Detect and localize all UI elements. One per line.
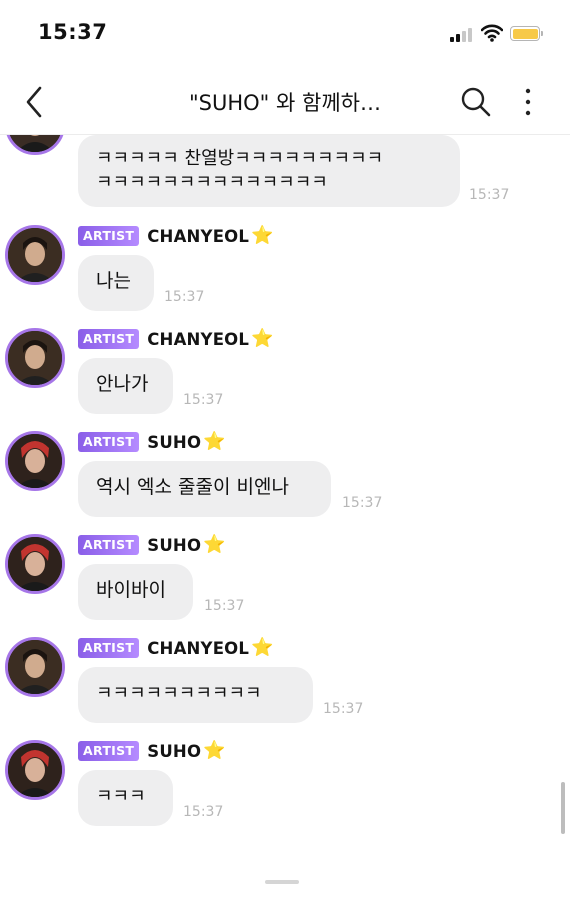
avatar[interactable]	[5, 328, 65, 388]
sender-name[interactable]: SUHO	[147, 536, 201, 555]
avatar[interactable]	[5, 534, 65, 594]
message-bubble[interactable]: 바이바이	[78, 564, 193, 620]
cellular-signal-icon	[450, 26, 476, 42]
message-time: 15:37	[164, 289, 205, 305]
artist-badge: ARTIST	[78, 226, 140, 246]
wifi-icon	[481, 24, 503, 42]
scrollbar[interactable]	[561, 782, 565, 834]
message-bubble[interactable]: ㅋㅋㅋㅋㅋㅋㅋㅋㅋㅋ	[78, 667, 313, 723]
sender-row: ARTIST SUHO ⭐	[78, 740, 226, 762]
star-icon: ⭐	[203, 740, 226, 761]
sender-row: ARTIST CHANYEOL ⭐	[78, 637, 274, 659]
star-icon: ⭐	[203, 534, 226, 555]
message-bubble[interactable]: 안나가	[78, 358, 173, 414]
artist-badge: ARTIST	[78, 741, 140, 761]
chevron-left-icon	[26, 86, 42, 118]
star-icon: ⭐	[251, 225, 274, 246]
search-icon	[461, 87, 491, 117]
sender-row: ARTIST SUHO ⭐	[78, 534, 226, 556]
artist-badge: ARTIST	[78, 638, 140, 658]
message-text: ㅋㅋㅋ	[96, 786, 146, 807]
message-time: 15:37	[204, 598, 245, 614]
message-text: ㅋㅋㅋㅋㅋㅋㅋㅋㅋㅋ	[96, 683, 262, 704]
sender-row: ARTIST SUHO ⭐	[78, 431, 226, 453]
sender-row: ARTIST CHANYEOL ⭐	[78, 225, 274, 247]
battery-cap	[541, 31, 543, 36]
message-time: 15:37	[323, 701, 364, 717]
avatar[interactable]	[5, 637, 65, 697]
avatar[interactable]	[5, 135, 65, 155]
chat-title[interactable]: "SUHO" 와 함께하…	[95, 87, 475, 117]
message-bubble[interactable]: 역시 엑소 줄줄이 비엔나	[78, 461, 331, 517]
star-icon: ⭐	[203, 431, 226, 452]
artist-badge: ARTIST	[78, 432, 140, 452]
artist-badge: ARTIST	[78, 535, 140, 555]
back-button[interactable]	[20, 82, 50, 122]
message-text: 바이바이	[96, 579, 166, 601]
sender-name[interactable]: SUHO	[147, 433, 201, 452]
message-text: 안나가	[96, 373, 149, 395]
chat-message-list[interactable]: ㅋㅋㅋㅋㅋ 찬열방ㅋㅋㅋㅋㅋㅋㅋㅋㅋ ㅋㅋㅋㅋㅋㅋㅋㅋㅋㅋㅋㅋㅋㅋ 15:37 …	[0, 135, 570, 875]
message-time: 15:37	[342, 495, 383, 511]
chat-header: "SUHO" 와 함께하…	[0, 70, 570, 135]
message-bubble[interactable]: ㅋㅋㅋ	[78, 770, 173, 826]
status-time: 15:37	[38, 20, 108, 44]
more-vertical-icon	[525, 88, 531, 116]
home-indicator[interactable]	[265, 880, 299, 884]
sender-name[interactable]: CHANYEOL	[147, 227, 249, 246]
search-button[interactable]	[458, 84, 494, 120]
avatar[interactable]	[5, 431, 65, 491]
sender-name[interactable]: SUHO	[147, 742, 201, 761]
message-time: 15:37	[183, 804, 224, 820]
star-icon: ⭐	[251, 328, 274, 349]
star-icon: ⭐	[251, 637, 274, 658]
message-bubble[interactable]: 나는	[78, 255, 154, 311]
avatar[interactable]	[5, 225, 65, 285]
message-text-line1: ㅋㅋㅋㅋㅋ 찬열방ㅋㅋㅋㅋㅋㅋㅋㅋㅋ	[96, 148, 384, 169]
message-time: 15:37	[183, 392, 224, 408]
message-text-line2: ㅋㅋㅋㅋㅋㅋㅋㅋㅋㅋㅋㅋㅋㅋ	[96, 172, 328, 193]
message-bubble[interactable]: ㅋㅋㅋㅋㅋ 찬열방ㅋㅋㅋㅋㅋㅋㅋㅋㅋ ㅋㅋㅋㅋㅋㅋㅋㅋㅋㅋㅋㅋㅋㅋ	[78, 135, 460, 207]
battery-icon	[510, 26, 540, 41]
sender-name[interactable]: CHANYEOL	[147, 330, 249, 349]
more-options-button[interactable]	[515, 84, 541, 120]
sender-row: ARTIST CHANYEOL ⭐	[78, 328, 274, 350]
message-time: 15:37	[469, 187, 510, 203]
artist-badge: ARTIST	[78, 329, 140, 349]
status-bar: 15:37	[0, 0, 570, 70]
message-text: 역시 엑소 줄줄이 비엔나	[96, 476, 289, 498]
message-text: 나는	[96, 270, 131, 292]
sender-name[interactable]: CHANYEOL	[147, 639, 249, 658]
avatar[interactable]	[5, 740, 65, 800]
